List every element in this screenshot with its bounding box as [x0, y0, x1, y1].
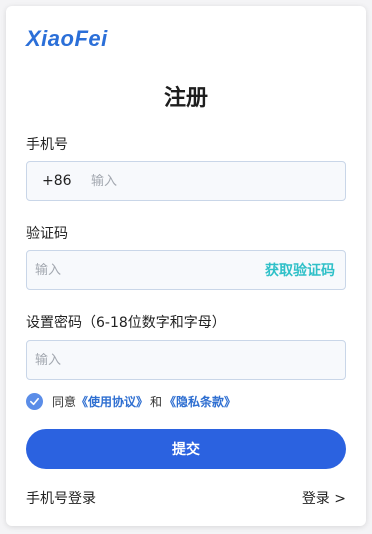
password-label: 设置密码（6-18位数字和字母） — [26, 315, 226, 331]
password-input[interactable] — [27, 352, 345, 368]
get-code-button[interactable]: 获取验证码 — [265, 260, 345, 280]
agree-checkbox[interactable] — [26, 393, 43, 410]
agree-and: 和 — [150, 395, 163, 409]
terms-link[interactable]: 《使用协议》 — [76, 393, 148, 410]
phone-label: 手机号 — [26, 137, 68, 153]
phone-field: +86 — [26, 161, 346, 201]
agree-prefix: 同意 — [52, 395, 77, 409]
country-code[interactable]: +86 — [27, 173, 83, 189]
xiaofei-logo: XiaoFei — [26, 26, 108, 51]
check-icon — [30, 397, 39, 406]
password-field — [26, 340, 346, 380]
submit-button[interactable]: 提交 — [26, 429, 346, 469]
agreement-row: 同意 《使用协议》 和 《隐私条款》 — [26, 393, 236, 410]
page-title: 注册 — [163, 86, 208, 111]
code-field: 获取验证码 — [26, 250, 346, 290]
phone-login-link[interactable]: 手机号登录 — [26, 488, 96, 508]
code-label: 验证码 — [26, 226, 68, 242]
register-card: XiaoFei 注册 手机号 +86 验证码 获取验证码 设置密码（6-18位数… — [6, 6, 366, 526]
code-input[interactable] — [27, 262, 265, 278]
login-link[interactable]: 登录 > — [302, 488, 346, 508]
phone-input[interactable] — [83, 173, 345, 189]
privacy-link[interactable]: 《隐私条款》 — [164, 393, 236, 410]
